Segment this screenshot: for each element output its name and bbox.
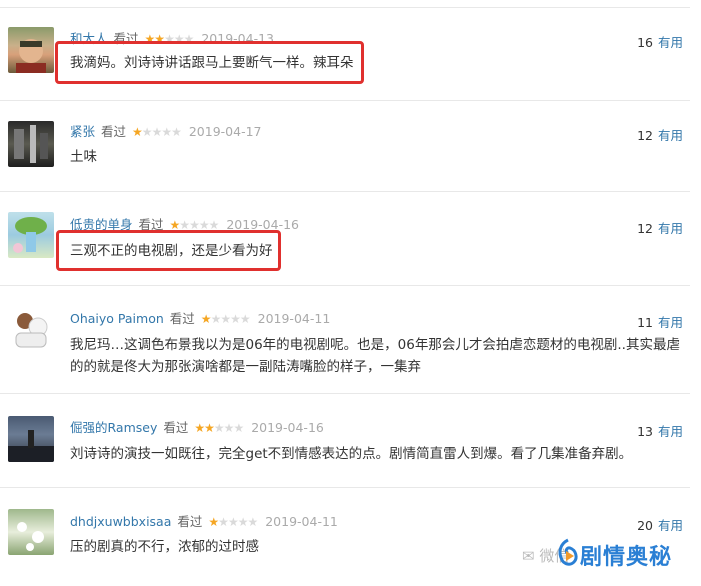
review-meta: 紧张 看过 ★★★★★ 2019-04-17 [70, 124, 262, 140]
username-link[interactable]: 倔强的Ramsey [70, 420, 157, 435]
divider [0, 393, 690, 394]
username-link[interactable]: dhdjxuwbbxisaa [70, 514, 171, 529]
highlight-box [55, 41, 364, 84]
highlight-box [56, 230, 281, 271]
star-empty-icon: ★ [210, 312, 222, 326]
star-empty-icon: ★ [230, 312, 241, 326]
review-date: 2019-04-11 [257, 311, 331, 326]
star-empty-icon: ★ [220, 312, 231, 326]
avatar[interactable] [8, 509, 54, 555]
useful-button[interactable]: 有用 [658, 424, 683, 439]
divider [0, 191, 690, 192]
avatar[interactable] [8, 416, 54, 462]
star-empty-icon: ★ [227, 515, 239, 529]
useful-vote: 20 有用 [637, 515, 683, 534]
watched-label: 看过 [101, 124, 127, 139]
review-meta: 倔强的Ramsey 看过 ★★★★★ 2019-04-16 [70, 420, 324, 436]
review-text: 刘诗诗的演技一如既往，完全get不到情感表达的点。剧情简直雷人到爆。看了几集准备… [70, 446, 633, 462]
review-meta: Ohaiyo Paimon 看过 ★★★★★ 2019-04-11 [70, 311, 330, 327]
star-empty-icon: ★ [218, 515, 229, 529]
star-empty-icon: ★ [223, 421, 235, 435]
star-empty-icon: ★ [247, 515, 258, 529]
useful-vote: 16 有用 [637, 32, 683, 51]
star-empty-icon: ★ [213, 421, 225, 435]
useful-button[interactable]: 有用 [658, 128, 683, 143]
useful-vote: 13 有用 [637, 421, 683, 440]
useful-count: 12 [637, 221, 653, 236]
avatar[interactable] [8, 305, 54, 351]
username-link[interactable]: Ohaiyo Paimon [70, 311, 164, 326]
star-empty-icon: ★ [151, 125, 163, 139]
star-filled-icon: ★ [194, 421, 205, 435]
wechat-icon: ✉ [522, 547, 540, 565]
star-filled-icon: ★ [204, 421, 215, 435]
star-filled-icon: ★ [132, 125, 143, 139]
watched-label: 看过 [177, 514, 203, 529]
useful-button[interactable]: 有用 [658, 518, 683, 533]
star-empty-icon: ★ [161, 125, 172, 139]
watermark-logo-icon [556, 538, 580, 568]
username-link[interactable]: 紧张 [70, 124, 95, 139]
divider [0, 285, 690, 286]
useful-count: 13 [637, 424, 653, 439]
avatar[interactable] [8, 121, 54, 167]
star-empty-icon: ★ [141, 125, 153, 139]
review-date: 2019-04-11 [265, 514, 338, 529]
useful-vote: 12 有用 [637, 125, 683, 144]
star-filled-icon: ★ [208, 515, 219, 529]
avatar[interactable] [8, 27, 54, 73]
divider [0, 7, 690, 8]
useful-button[interactable]: 有用 [658, 315, 683, 330]
useful-vote: 11 有用 [637, 312, 683, 331]
watermark-brand: 剧情奥秘 [580, 545, 673, 570]
star-empty-icon: ★ [233, 421, 244, 435]
divider [0, 100, 690, 101]
useful-button[interactable]: 有用 [658, 35, 683, 50]
review-date: 2019-04-17 [188, 124, 262, 139]
useful-count: 11 [637, 315, 653, 330]
useful-count: 12 [637, 128, 653, 143]
useful-count: 16 [637, 35, 653, 50]
useful-vote: 12 有用 [637, 218, 683, 237]
rating-stars: ★★★★★ [194, 420, 244, 436]
review-date: 2019-04-16 [251, 420, 324, 435]
star-filled-icon: ★ [200, 312, 212, 326]
star-empty-icon: ★ [171, 125, 182, 139]
rating-stars: ★★★★★ [132, 124, 182, 140]
review-text: 我尼玛…这调色布景我以为是06年的电视剧呢。也是，06年那会儿才会拍虐恋题材的电… [70, 337, 680, 375]
review-text: 土味 [70, 149, 97, 165]
rating-stars: ★★★★★ [200, 311, 251, 327]
useful-count: 20 [637, 518, 653, 533]
star-empty-icon: ★ [237, 515, 249, 529]
watched-label: 看过 [169, 311, 195, 326]
review-meta: dhdjxuwbbxisaa 看过 ★★★★★ 2019-04-11 [70, 514, 338, 530]
rating-stars: ★★★★★ [208, 514, 258, 530]
star-empty-icon: ★ [239, 312, 251, 326]
avatar[interactable] [8, 212, 54, 258]
useful-button[interactable]: 有用 [658, 221, 683, 236]
divider [0, 487, 690, 488]
watched-label: 看过 [163, 420, 189, 435]
